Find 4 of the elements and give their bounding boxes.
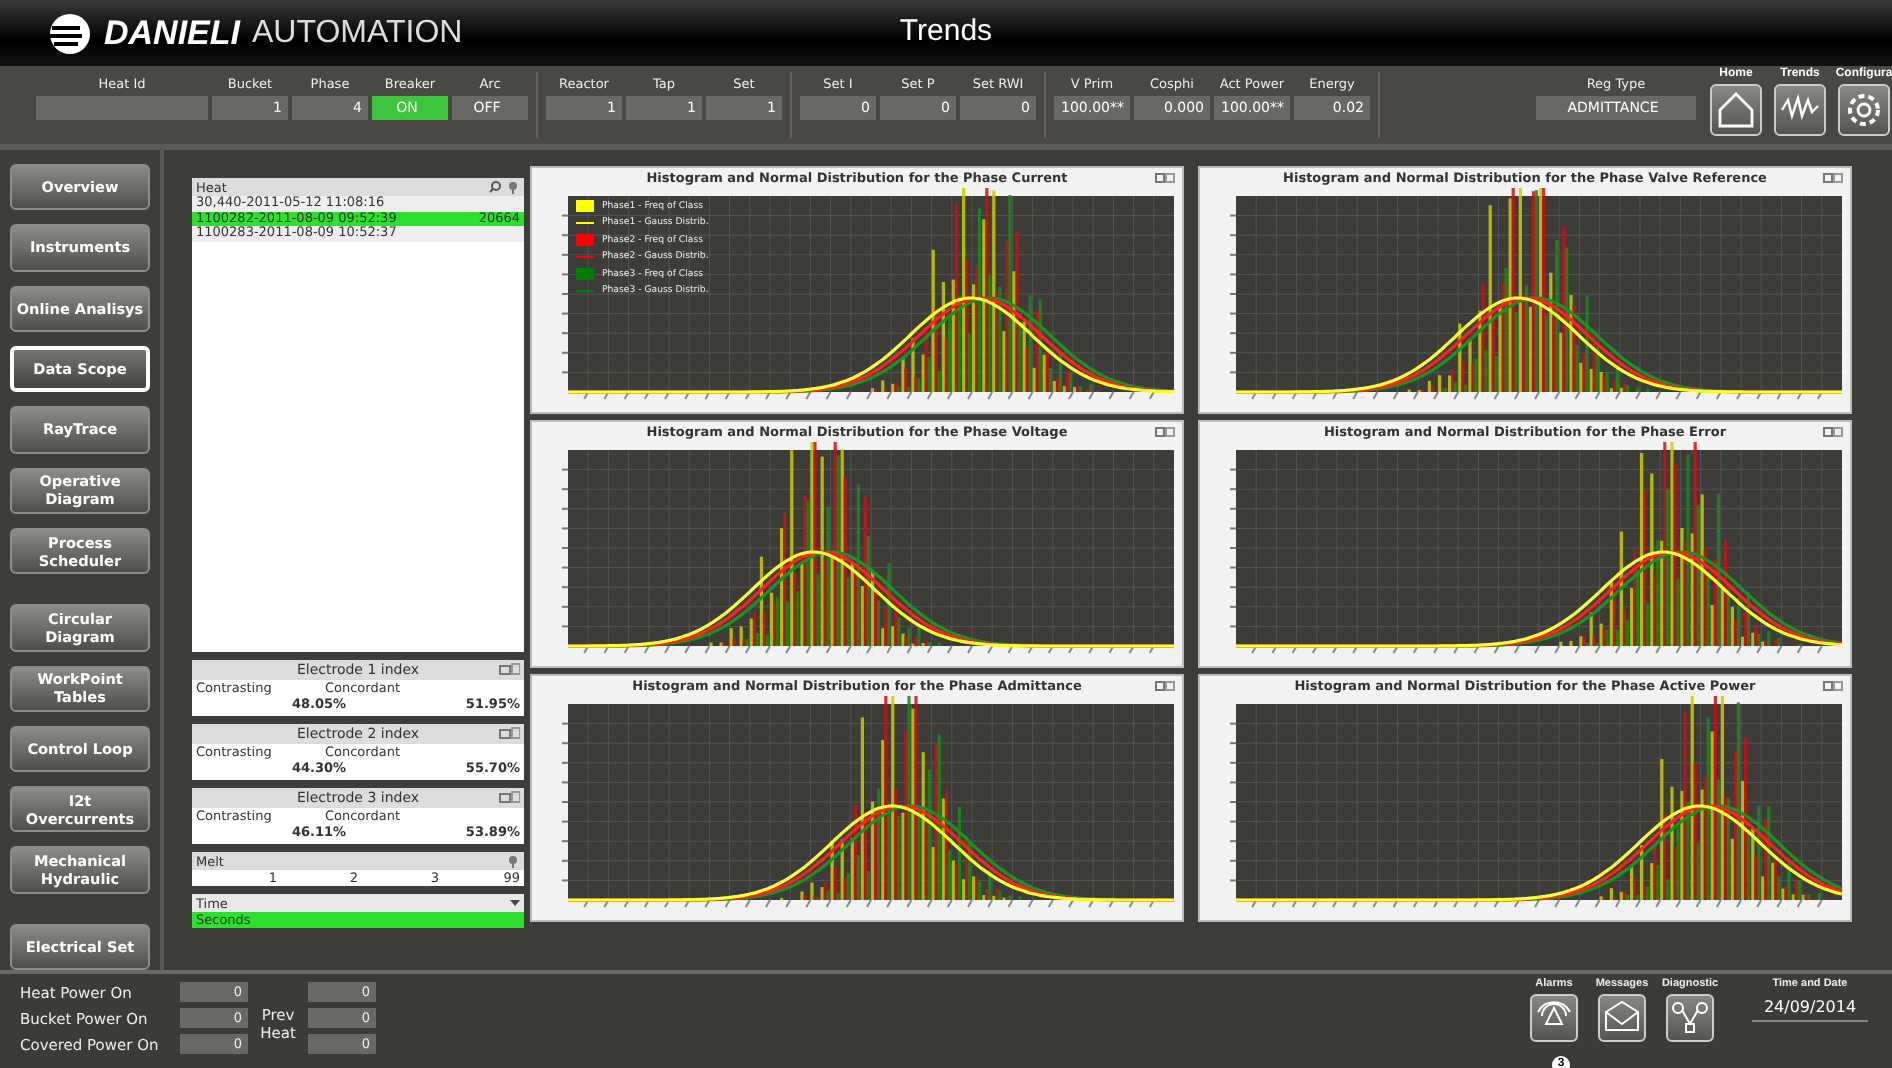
brand-name: DANIELI (104, 13, 240, 53)
brand-suffix: AUTOMATION (252, 15, 463, 51)
date-value: 24/09/2014 (1751, 994, 1869, 1022)
window-title: Trends (899, 14, 993, 48)
